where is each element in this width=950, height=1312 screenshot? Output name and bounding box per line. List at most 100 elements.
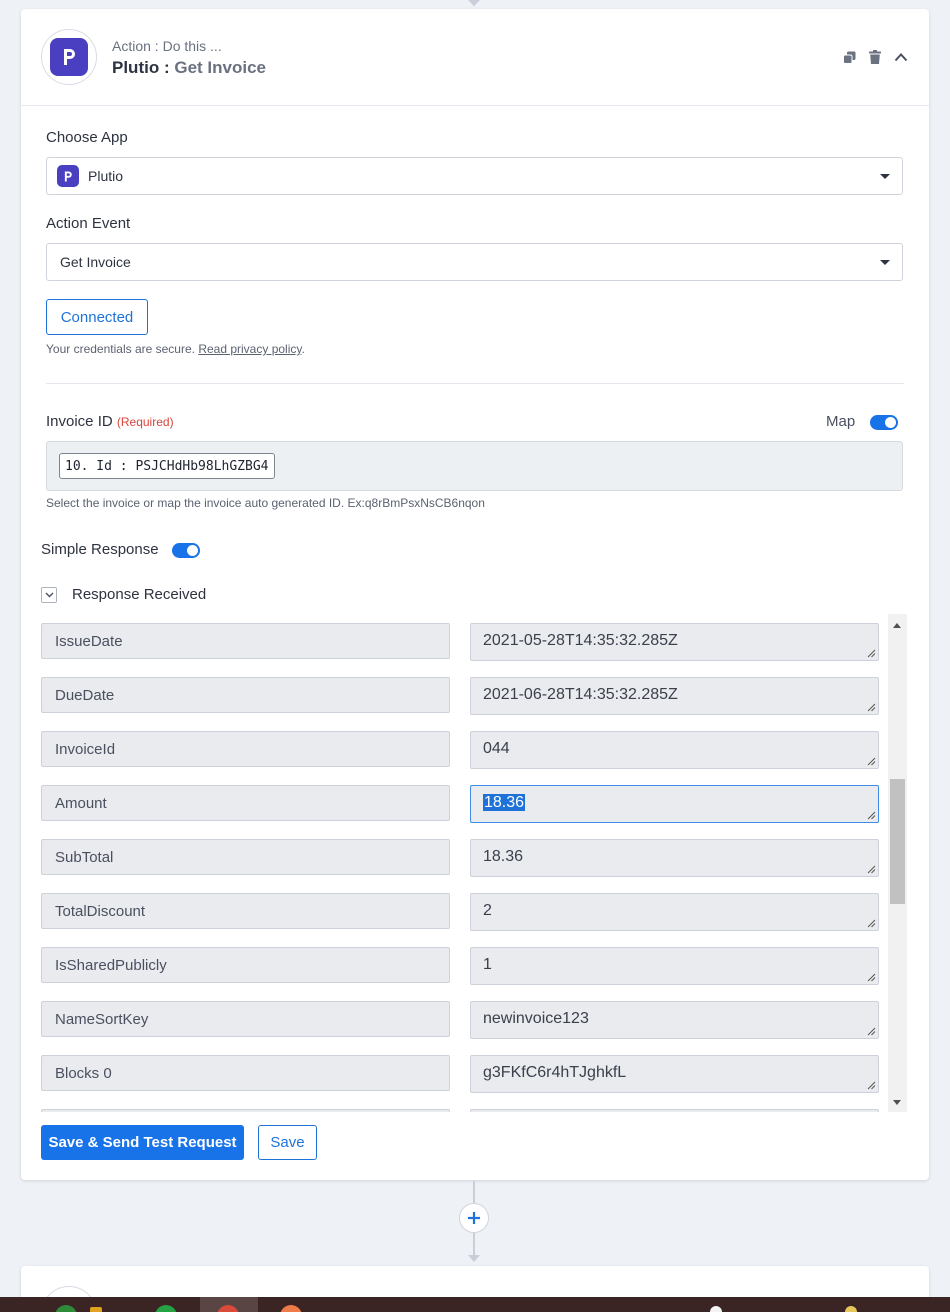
- connected-button[interactable]: Connected: [46, 299, 148, 335]
- resize-grip-icon[interactable]: [867, 865, 876, 874]
- caret-down-icon: [880, 174, 890, 179]
- step-type-label: Action : Do this ...: [112, 38, 222, 54]
- header-actions: [841, 49, 909, 65]
- response-value[interactable]: 18.36: [470, 785, 879, 823]
- choose-app-select[interactable]: Plutio: [46, 157, 903, 195]
- connector-arrow-top: [468, 0, 480, 6]
- action-event-value: Get Invoice: [60, 254, 131, 270]
- response-value-text: g3FKfC6r4hTJghkfL: [483, 1064, 627, 1081]
- simple-response-toggle[interactable]: [172, 543, 200, 558]
- scroll-down-arrow-icon[interactable]: [893, 1100, 901, 1105]
- taskbar-tray-icon[interactable]: [845, 1306, 857, 1312]
- response-key: InvoiceId: [41, 731, 450, 767]
- simple-response-label: Simple Response: [41, 541, 159, 558]
- response-key: Amount: [41, 785, 450, 821]
- invoice-id-label: Invoice ID (Required): [46, 413, 174, 430]
- response-value[interactable]: 2021-06-28T14:35:32.285Z: [470, 677, 879, 715]
- response-value-text: 1: [483, 956, 492, 973]
- chevron-up-icon[interactable]: [893, 49, 909, 65]
- response-value[interactable]: 2: [470, 893, 879, 931]
- copy-icon[interactable]: [841, 49, 857, 65]
- response-row: IssueDate 2021-05-28T14:35:32.285Z: [41, 623, 881, 661]
- plutio-logo-icon: [50, 38, 88, 76]
- resize-grip-icon[interactable]: [867, 811, 876, 820]
- taskbar-app-icon[interactable]: [155, 1305, 177, 1312]
- response-key: Blocks 0: [41, 1055, 450, 1091]
- chevron-down-icon: [45, 592, 53, 598]
- privacy-policy-link[interactable]: Read privacy policy: [198, 342, 301, 356]
- invoice-id-mapped-field[interactable]: 10. Id : PSJCHdHb98LhGZBG4: [46, 441, 903, 491]
- response-row: TotalDiscount 2: [41, 893, 881, 931]
- response-key: DueDate: [41, 677, 450, 713]
- response-value[interactable]: g3FKfC6r4hTJghkfL: [470, 1055, 879, 1093]
- caret-down-icon: [880, 260, 890, 265]
- save-button[interactable]: Save: [258, 1125, 317, 1160]
- response-row: SubTotal 18.36: [41, 839, 881, 877]
- trash-icon[interactable]: [867, 49, 883, 65]
- action-event-select[interactable]: Get Invoice: [46, 243, 903, 281]
- action-event-label: Action Event: [46, 215, 131, 232]
- app-logo-badge: [41, 29, 97, 85]
- scroll-up-arrow-icon[interactable]: [893, 623, 901, 628]
- response-row: [41, 1109, 881, 1112]
- response-key: IssueDate: [41, 623, 450, 659]
- response-row: IsSharedPublicly 1: [41, 947, 881, 985]
- taskbar-app-icon[interactable]: [280, 1305, 302, 1312]
- response-key: SubTotal: [41, 839, 450, 875]
- taskbar-app-icon[interactable]: [90, 1307, 102, 1312]
- invoice-id-help-text: Select the invoice or map the invoice au…: [46, 496, 485, 510]
- response-row: DueDate 2021-06-28T14:35:32.285Z: [41, 677, 881, 715]
- required-indicator: (Required): [116, 415, 174, 429]
- os-taskbar: [0, 1297, 950, 1312]
- response-value-text: 18.36: [483, 848, 524, 865]
- response-collapse-toggle[interactable]: [41, 587, 57, 603]
- response-list: IssueDate 2021-05-28T14:35:32.285Z DueDa…: [41, 614, 908, 1112]
- map-label: Map: [826, 413, 856, 430]
- response-row: Blocks 0 g3FKfC6r4hTJghkfL: [41, 1055, 881, 1093]
- response-received-label: Response Received: [72, 586, 207, 603]
- map-toggle[interactable]: [870, 415, 898, 430]
- resize-grip-icon[interactable]: [867, 973, 876, 982]
- step-app-name: Plutio :: [112, 58, 170, 77]
- response-row: InvoiceId 044: [41, 731, 881, 769]
- response-value-text: 2021-05-28T14:35:32.285Z: [483, 632, 678, 649]
- resize-grip-icon[interactable]: [867, 757, 876, 766]
- response-value-text: 044: [483, 740, 510, 757]
- add-step-button[interactable]: [459, 1203, 489, 1233]
- section-divider: [46, 383, 904, 384]
- step-header[interactable]: Action : Do this ... Plutio : Get Invoic…: [21, 9, 929, 106]
- resize-grip-icon[interactable]: [867, 1027, 876, 1036]
- toggle-knob: [187, 545, 198, 556]
- response-key: [41, 1109, 450, 1112]
- response-value[interactable]: 1: [470, 947, 879, 985]
- save-and-send-test-button[interactable]: Save & Send Test Request: [41, 1125, 244, 1160]
- step-event-name: Get Invoice: [174, 58, 266, 77]
- taskbar-tray-icon[interactable]: [710, 1306, 722, 1312]
- response-value[interactable]: 2021-05-28T14:35:32.285Z: [470, 623, 879, 661]
- resize-grip-icon[interactable]: [867, 1081, 876, 1090]
- resize-grip-icon[interactable]: [867, 703, 876, 712]
- choose-app-label: Choose App: [46, 129, 128, 146]
- response-scrollbar[interactable]: [888, 614, 907, 1112]
- response-row: Amount 18.36: [41, 785, 881, 823]
- mapped-variable-chip[interactable]: 10. Id : PSJCHdHb98LhGZBG4: [59, 453, 275, 479]
- plutio-logo-icon: [57, 165, 79, 187]
- response-key: NameSortKey: [41, 1001, 450, 1037]
- toggle-knob: [885, 417, 896, 428]
- response-value-text: newinvoice123: [483, 1010, 589, 1027]
- plus-icon: [468, 1212, 480, 1224]
- response-row: NameSortKey newinvoice123: [41, 1001, 881, 1039]
- response-value[interactable]: newinvoice123: [470, 1001, 879, 1039]
- resize-grip-icon[interactable]: [867, 919, 876, 928]
- resize-grip-icon[interactable]: [867, 649, 876, 658]
- step-title: Plutio : Get Invoice: [112, 58, 266, 78]
- taskbar-app-icon[interactable]: [55, 1305, 77, 1312]
- response-value[interactable]: 044: [470, 731, 879, 769]
- credentials-note: Your credentials are secure. Read privac…: [46, 342, 305, 356]
- response-value-text: 2021-06-28T14:35:32.285Z: [483, 686, 678, 703]
- response-value[interactable]: 18.36: [470, 839, 879, 877]
- scrollbar-thumb[interactable]: [890, 779, 905, 904]
- choose-app-value: Plutio: [88, 168, 124, 184]
- response-key: TotalDiscount: [41, 893, 450, 929]
- response-value[interactable]: [470, 1109, 879, 1112]
